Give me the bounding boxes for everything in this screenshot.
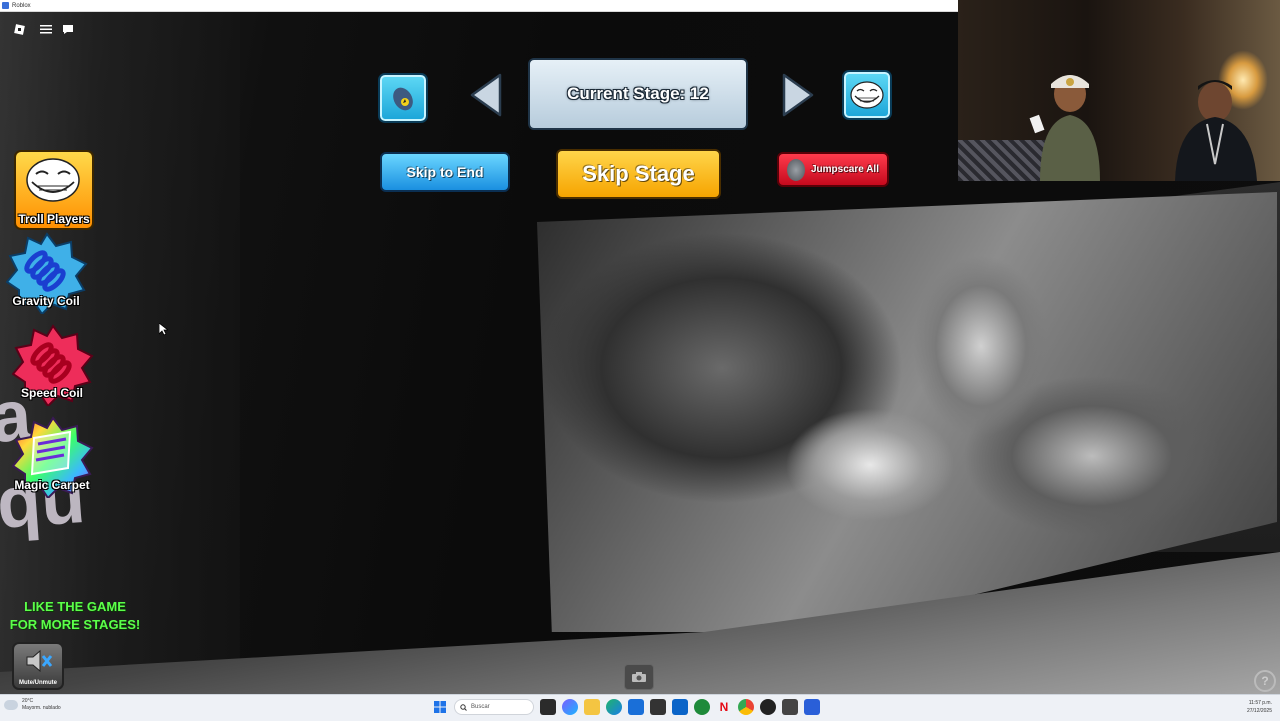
troll-players-label: Troll Players: [18, 212, 90, 226]
gravity-coil-label: Gravity Coil: [12, 294, 80, 308]
previous-stage-button[interactable]: [464, 70, 508, 120]
streamer-person-right: [1175, 80, 1257, 181]
app-blue-icon[interactable]: [672, 699, 688, 715]
xbox-icon[interactable]: [694, 699, 710, 715]
jumpscare-all-label: Jumpscare All: [811, 164, 879, 175]
clock-time: 11:57 p.m.: [1248, 700, 1272, 706]
speed-coil-label: Speed Coil: [20, 386, 83, 400]
roblox-app-icon: [2, 2, 9, 9]
streamer-person-left: [1029, 75, 1100, 181]
copilot-icon[interactable]: [562, 699, 578, 715]
chevron-right-icon: [782, 73, 814, 117]
roblox-logo-icon[interactable]: [12, 22, 26, 36]
weather-widget[interactable]: 20°C Mayorm. nublado: [4, 698, 61, 712]
chevron-left-icon: [470, 73, 502, 117]
current-stage-label: Current Stage: 12: [567, 84, 709, 103]
jumpscare-face-wall: [537, 192, 1277, 632]
bomb-icon: [393, 87, 413, 111]
netflix-icon[interactable]: N: [716, 699, 732, 715]
task-view-icon[interactable]: [540, 699, 556, 715]
bomb-tool-button[interactable]: [378, 73, 428, 123]
mute-unmute-button[interactable]: Mute/Unmute: [12, 642, 64, 690]
taskbar-apps: Buscar N: [432, 699, 820, 715]
weather-desc: Mayorm. nublado: [22, 705, 61, 711]
speed-coil-tool[interactable]: Speed Coil: [12, 324, 94, 406]
search-placeholder: Buscar: [471, 704, 490, 710]
webcam-overlay: [958, 0, 1280, 181]
speaker-muted-icon: [26, 649, 53, 673]
jumpscare-all-button[interactable]: Jumpscare All: [777, 152, 889, 187]
gravity-coil-tool[interactable]: Gravity Coil: [6, 232, 88, 314]
edge-icon[interactable]: [606, 699, 622, 715]
app-red-dot-icon[interactable]: [760, 699, 776, 715]
magic-carpet-tool[interactable]: Magic Carpet: [12, 416, 94, 498]
skip-to-end-button[interactable]: Skip to End: [380, 152, 510, 192]
cloud-icon: [4, 700, 18, 710]
camera-tool-slot[interactable]: [624, 664, 654, 690]
camera-icon: [632, 672, 646, 682]
window-title: Roblox: [12, 2, 31, 9]
clock-date: 27/12/2025: [1246, 708, 1272, 714]
like-promo-line-2: FOR MORE STAGES!: [9, 617, 141, 632]
troll-face-button[interactable]: [842, 70, 892, 120]
roblox-taskbar-icon[interactable]: [804, 699, 820, 715]
search-icon: [460, 703, 467, 711]
app-dark-icon[interactable]: [650, 699, 666, 715]
skip-stage-label: Skip Stage: [582, 161, 695, 186]
file-explorer-icon[interactable]: [584, 699, 600, 715]
menu-icon[interactable]: [39, 22, 53, 36]
troll-players-tool[interactable]: Troll Players: [14, 150, 94, 230]
next-stage-button[interactable]: [776, 70, 820, 120]
taskbar-search[interactable]: Buscar: [454, 699, 534, 715]
troll-face-icon: [850, 81, 884, 109]
mouse-cursor-icon: [159, 323, 168, 336]
like-promo-line-1: LIKE THE GAME: [24, 599, 126, 614]
store-icon[interactable]: [628, 699, 644, 715]
current-stage-display: Current Stage: 12: [528, 58, 748, 130]
windows-start-icon[interactable]: [432, 699, 448, 715]
app-z-icon[interactable]: [782, 699, 798, 715]
weather-temp: 20°C: [22, 698, 34, 704]
system-clock[interactable]: 11:57 p.m. 27/12/2025: [1247, 699, 1272, 715]
windows-taskbar: 20°C Mayorm. nublado Buscar N 11:57 p.m.…: [0, 694, 1280, 721]
magic-carpet-label: Magic Carpet: [14, 478, 90, 492]
jumpscare-face-icon: [787, 158, 805, 181]
mute-unmute-label: Mute/Unmute: [19, 680, 57, 686]
like-promo-text: LIKE THE GAME FOR MORE STAGES!: [0, 598, 150, 634]
skip-to-end-label: Skip to End: [406, 164, 484, 180]
help-icon[interactable]: ?: [1254, 670, 1276, 692]
chat-icon[interactable]: [61, 22, 75, 36]
chrome-icon[interactable]: [738, 699, 754, 715]
skip-stage-button[interactable]: Skip Stage: [556, 149, 721, 199]
